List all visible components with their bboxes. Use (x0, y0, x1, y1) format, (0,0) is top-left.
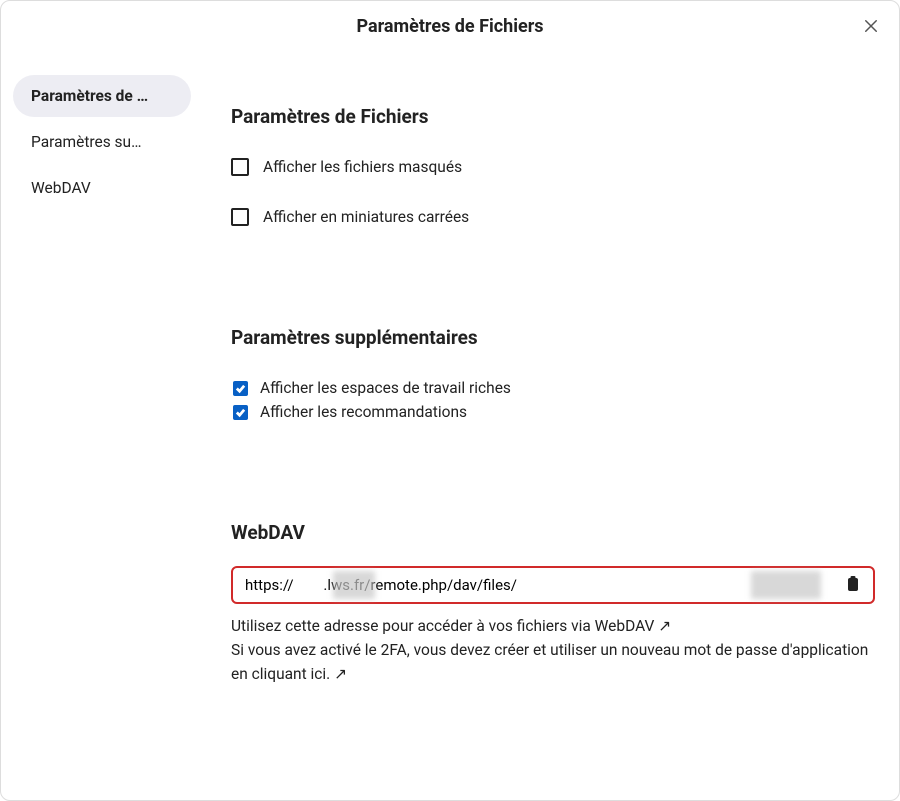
checkbox-checked-icon (233, 381, 248, 396)
option-label: Afficher les fichiers masqués (263, 158, 462, 176)
modal-body: Paramètres de … Paramètres su… WebDAV Pa… (1, 51, 899, 800)
webdav-help: Utilisez cette adresse pour accéder à vo… (231, 614, 875, 638)
option-label: Afficher en miniatures carrées (263, 208, 469, 226)
webdav-url-input[interactable] (245, 576, 831, 594)
sidebar-item-files-settings[interactable]: Paramètres de … (13, 75, 191, 117)
option-label: Afficher les recommandations (260, 403, 467, 421)
webdav-2fa-link[interactable]: Si vous avez activé le 2FA, vous devez c… (231, 641, 868, 683)
modal-title: Paramètres de Fichiers (356, 16, 543, 37)
close-icon (862, 17, 880, 38)
sidebar-item-label: Paramètres de … (31, 87, 148, 105)
section-title: Paramètres de Fichiers (231, 105, 875, 128)
section-files-settings: Paramètres de Fichiers Afficher les fich… (231, 105, 875, 226)
modal-header: Paramètres de Fichiers (1, 1, 899, 51)
clipboard-icon (845, 575, 861, 596)
section-webdav: WebDAV Utilisez cette adresse pour accéd… (231, 521, 875, 686)
section-extra-settings: Paramètres supplémentaires Afficher les … (231, 326, 875, 421)
close-button[interactable] (859, 15, 883, 39)
option-recommendations[interactable]: Afficher les recommandations (231, 403, 875, 421)
checkbox-checked-icon (233, 405, 248, 420)
section-title: Paramètres supplémentaires (231, 326, 875, 349)
main-panel: Paramètres de Fichiers Afficher les fich… (201, 51, 899, 800)
sidebar-item-extra-settings[interactable]: Paramètres su… (13, 121, 191, 163)
settings-modal: Paramètres de Fichiers Paramètres de … P… (0, 0, 900, 801)
sidebar: Paramètres de … Paramètres su… WebDAV (1, 51, 201, 800)
checkbox-icon (231, 208, 249, 226)
checkbox-icon (231, 158, 249, 176)
section-title: WebDAV (231, 521, 875, 544)
copy-button[interactable] (843, 574, 863, 596)
webdav-access-link[interactable]: Utilisez cette adresse pour accéder à vo… (231, 617, 671, 635)
sidebar-item-webdav[interactable]: WebDAV (13, 167, 191, 209)
option-rich-workspaces[interactable]: Afficher les espaces de travail riches (231, 379, 875, 397)
sidebar-item-label: Paramètres su… (31, 133, 141, 151)
option-show-hidden-files[interactable]: Afficher les fichiers masqués (231, 158, 875, 176)
sidebar-item-label: WebDAV (31, 179, 91, 197)
webdav-url-field[interactable] (231, 566, 875, 604)
webdav-help: Si vous avez activé le 2FA, vous devez c… (231, 638, 875, 686)
option-square-thumbnails[interactable]: Afficher en miniatures carrées (231, 208, 875, 226)
option-label: Afficher les espaces de travail riches (260, 379, 511, 397)
